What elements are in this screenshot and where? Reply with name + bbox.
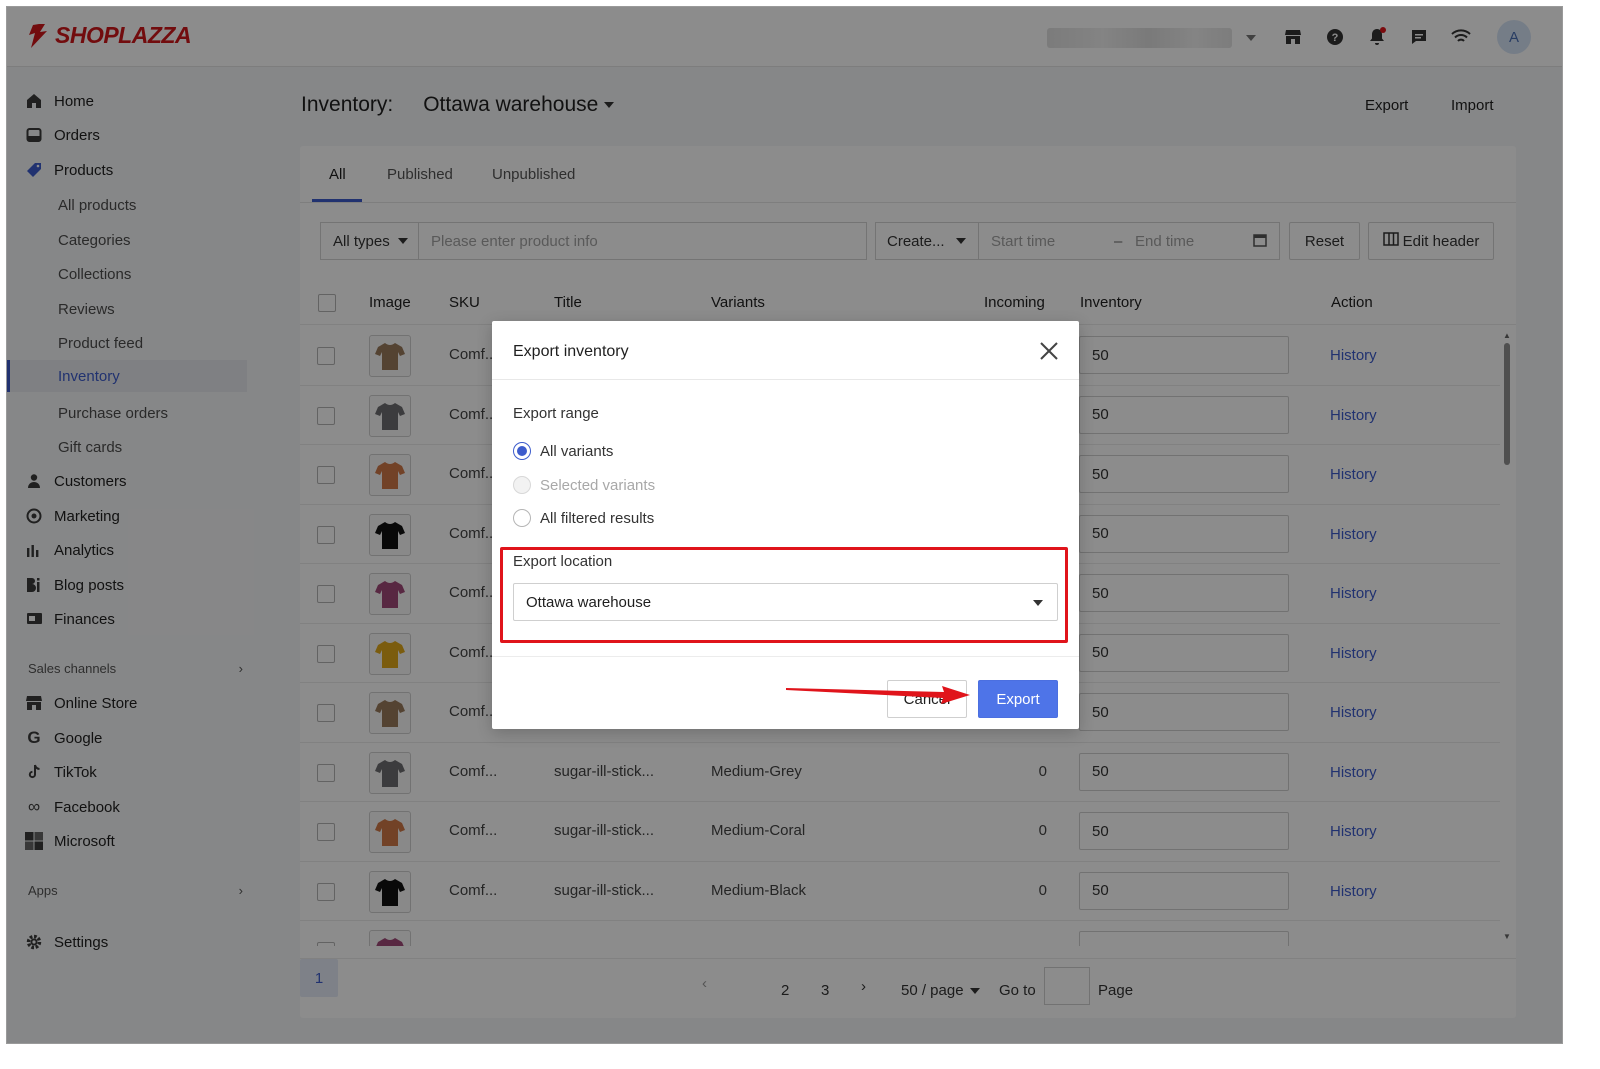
- radio-label: All filtered results: [540, 509, 655, 527]
- dialog-footer-divider: [492, 656, 1079, 657]
- radio-label: Selected variants: [540, 476, 656, 494]
- dialog-header: Export inventory: [492, 321, 1079, 380]
- dialog-title: Export inventory: [513, 343, 629, 360]
- chevron-down-icon: [1033, 600, 1043, 606]
- app-window: SHOPLAZZA ? A Home Orders Products All p…: [6, 6, 1563, 1044]
- export-button[interactable]: Export: [978, 680, 1058, 718]
- radio-all-filtered-results[interactable]: All filtered results: [513, 509, 654, 527]
- radio-label: All variants: [540, 442, 614, 460]
- close-icon[interactable]: [1038, 340, 1060, 362]
- export-location-select[interactable]: Ottawa warehouse: [513, 583, 1058, 621]
- radio-button-disabled: [513, 476, 531, 494]
- radio-all-variants[interactable]: All variants: [513, 442, 613, 460]
- export-location-value: Ottawa warehouse: [526, 593, 652, 611]
- radio-selected-variants: Selected variants: [513, 476, 655, 494]
- export-location-label: Export location: [513, 553, 613, 570]
- cancel-button[interactable]: Cancel: [887, 680, 967, 718]
- export-inventory-dialog: Export inventory Export range All varian…: [492, 321, 1079, 729]
- export-range-label: Export range: [513, 405, 599, 422]
- radio-button-selected[interactable]: [513, 442, 531, 460]
- radio-button[interactable]: [513, 509, 531, 527]
